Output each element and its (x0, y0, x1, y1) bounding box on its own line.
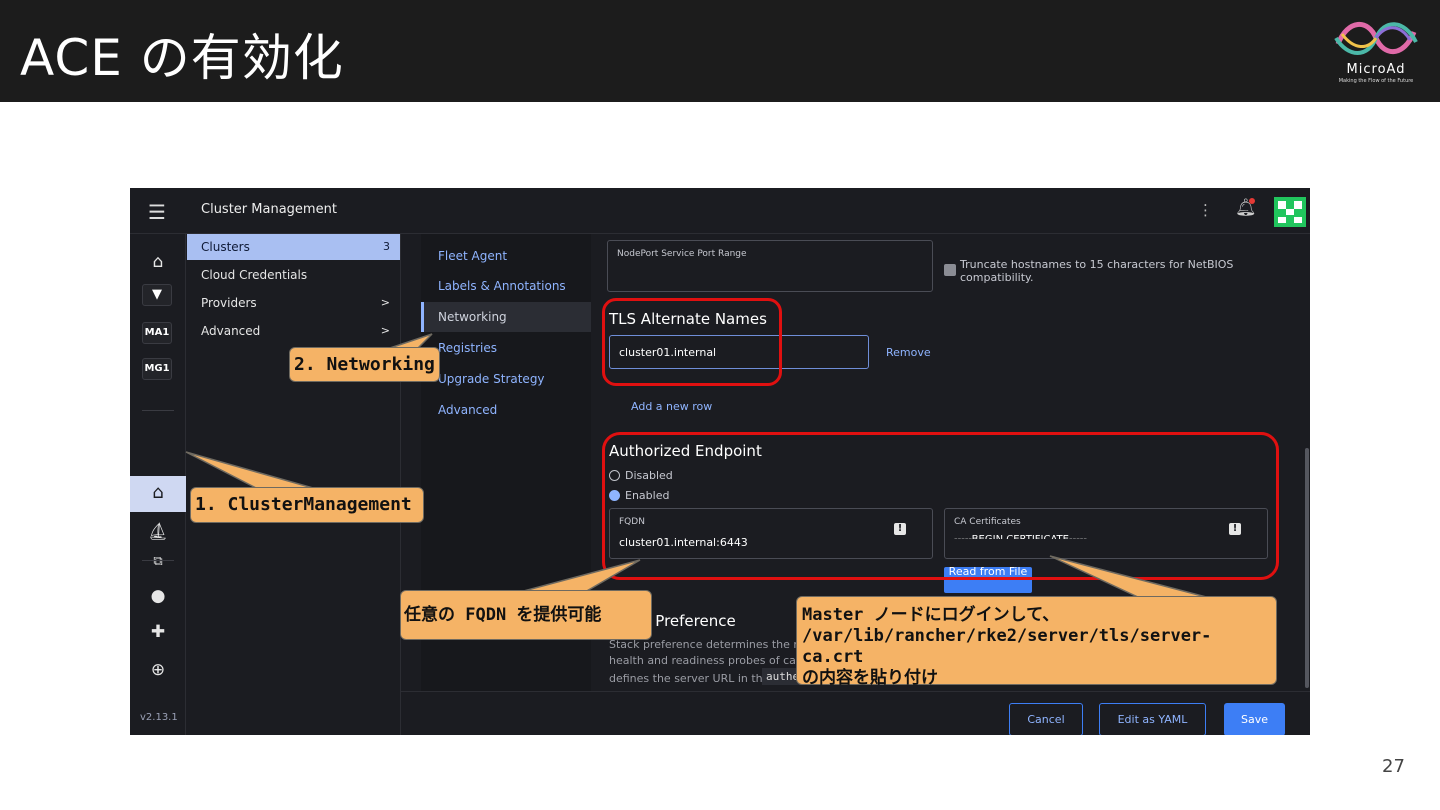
master-note-line-1: Master ノードにログインして、 (802, 605, 1060, 625)
master-note-line-2: /var/lib/rancher/rke2/server/tls/server-… (802, 626, 1212, 667)
callout-master-node: Master ノードにログインして、 /var/lib/rancher/rke2… (796, 596, 1277, 688)
callout-fqdn: 任意の FQDN を提供可能 (400, 590, 652, 640)
callout-cluster-management: 1. ClusterManagement (190, 487, 424, 523)
master-note-line-3: の内容を貼り付け (802, 668, 938, 688)
callout-networking: 2. Networking (289, 347, 440, 382)
page-number: 27 (1382, 756, 1405, 777)
